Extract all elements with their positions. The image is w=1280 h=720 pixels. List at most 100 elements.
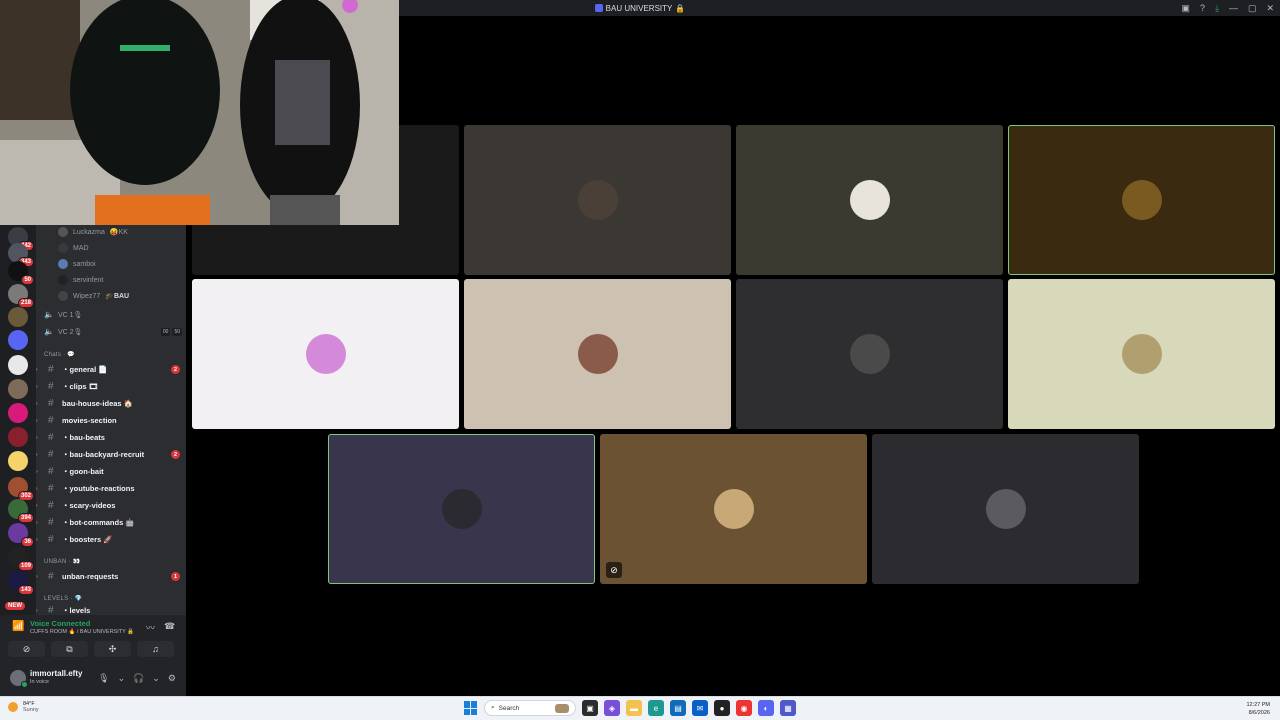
noise-suppression-icon[interactable]: 〰 bbox=[146, 621, 155, 634]
server-icon[interactable] bbox=[8, 451, 28, 471]
category-levels[interactable]: LEVELS · 💎 bbox=[44, 595, 82, 602]
avatar bbox=[577, 334, 618, 374]
video-tile[interactable] bbox=[736, 279, 1003, 429]
category-chats[interactable]: Chats · 💬 bbox=[44, 351, 75, 358]
server-icon[interactable] bbox=[8, 307, 28, 327]
inbox-icon[interactable]: ▣ bbox=[1181, 3, 1190, 14]
camera-button[interactable]: ⊘ bbox=[8, 641, 45, 657]
channel-item[interactable]: › # movies-section bbox=[36, 413, 186, 428]
copilot-icon[interactable]: ◈ bbox=[604, 700, 620, 716]
chevron-down-icon[interactable]: ⌄ bbox=[152, 673, 160, 684]
outlook-icon[interactable]: ✉ bbox=[692, 700, 708, 716]
taskbar-search[interactable]: ⌕ Search bbox=[484, 700, 576, 716]
voice-user[interactable]: samboi bbox=[58, 259, 96, 269]
channel-item[interactable]: › # ・clips 🎞 bbox=[36, 379, 186, 394]
channel-item[interactable]: › # ・youtube-reactions bbox=[36, 481, 186, 496]
video-tile[interactable]: ⊘ bbox=[600, 434, 867, 584]
minimize-button[interactable]: — bbox=[1229, 3, 1238, 13]
headphones-icon[interactable]: 🎧 bbox=[133, 673, 144, 684]
channel-name: ・goon-bait bbox=[62, 467, 104, 476]
voice-user[interactable]: Luckazma 😝KK bbox=[58, 227, 128, 237]
voice-user[interactable]: Wipez77 🎓BAU bbox=[58, 291, 129, 301]
category-unban[interactable]: UNBAN · 👀 bbox=[44, 558, 81, 565]
chevron-right-icon: › bbox=[36, 400, 38, 407]
soundboard-button[interactable]: ♫ bbox=[137, 641, 174, 657]
server-icon[interactable]: 394 bbox=[8, 499, 34, 523]
server-icon[interactable]: 302 bbox=[8, 477, 34, 501]
username[interactable]: immortall.efty bbox=[30, 669, 82, 678]
weather-widget[interactable]: 84°F Sunny bbox=[8, 701, 39, 713]
help-icon[interactable]: ? bbox=[1200, 3, 1205, 13]
video-tile[interactable] bbox=[872, 434, 1139, 584]
video-tile[interactable] bbox=[1008, 279, 1275, 429]
server-icon[interactable] bbox=[8, 427, 28, 447]
voice-channel[interactable]: 🔈 VC 1🎙 bbox=[44, 311, 182, 320]
gear-icon[interactable]: ⚙ bbox=[168, 673, 176, 684]
channel-item[interactable]: › # ・bot-commands 🤖 bbox=[36, 515, 186, 530]
screen-share-button[interactable]: ⧉ bbox=[51, 641, 88, 657]
discord-icon[interactable]: ◐ bbox=[758, 700, 774, 716]
channel-item[interactable]: › # ・boosters 🚀 bbox=[36, 532, 186, 547]
channel-name: ・scary-videos bbox=[62, 501, 116, 510]
video-tile[interactable] bbox=[328, 434, 595, 584]
chrome-icon[interactable]: ◉ bbox=[736, 700, 752, 716]
maximize-button[interactable]: ▢ bbox=[1248, 3, 1257, 14]
voice-location[interactable]: CUFFS ROOM 🔥 / BAU UNIVERSITY 🔒 bbox=[30, 629, 134, 635]
video-tile[interactable] bbox=[1008, 125, 1275, 275]
server-icon[interactable]: 50 bbox=[8, 261, 34, 285]
server-icon[interactable]: 218 bbox=[8, 284, 34, 308]
channel-item[interactable]: › # ・general 📄 2 bbox=[36, 362, 186, 377]
taskbar: 84°F Sunny ⌕ Search ▣ ◈ ▬ e ▤ ✉ ● ◉ ◐ ▦ … bbox=[0, 696, 1280, 720]
chevron-down-icon[interactable]: ⌄ bbox=[118, 673, 126, 684]
chevron-right-icon: › bbox=[36, 383, 38, 390]
voice-status[interactable]: Voice Connected bbox=[30, 619, 90, 628]
voice-limit: 50 bbox=[172, 328, 182, 336]
server-icon[interactable]: 36 bbox=[8, 523, 34, 547]
screen-share-icon: ⧉ bbox=[66, 643, 73, 654]
system-clock[interactable]: 12:27 PM 8/6/2026 bbox=[1246, 701, 1270, 717]
server-icon[interactable] bbox=[8, 403, 28, 423]
channel-name: ・general 📄 bbox=[62, 365, 108, 374]
avatar bbox=[1121, 180, 1162, 220]
channel-item[interactable]: › # bau-house-ideas 🏠 bbox=[36, 396, 186, 411]
server-icon[interactable]: 143 bbox=[8, 571, 34, 595]
server-icon[interactable]: 343 bbox=[8, 243, 34, 267]
server-icon[interactable] bbox=[8, 379, 28, 399]
file-explorer-icon[interactable]: ▬ bbox=[626, 700, 642, 716]
windows-start-icon[interactable] bbox=[464, 701, 478, 715]
channel-item[interactable]: › # unban-requests 1 bbox=[36, 569, 186, 584]
avatar[interactable] bbox=[10, 670, 28, 688]
server-icon[interactable] bbox=[8, 355, 28, 375]
video-tile[interactable] bbox=[464, 279, 731, 429]
channel-name: ・bot-commands 🤖 bbox=[62, 518, 135, 527]
store-icon[interactable]: ▤ bbox=[670, 700, 686, 716]
signal-icon[interactable]: 📶 bbox=[12, 621, 24, 632]
edge-icon[interactable]: e bbox=[648, 700, 664, 716]
task-view-icon[interactable]: ▣ bbox=[582, 700, 598, 716]
channel-item[interactable]: › # ・levels bbox=[36, 603, 186, 615]
download-icon[interactable]: ⤓ bbox=[1215, 3, 1219, 14]
teams-icon[interactable]: ▦ bbox=[780, 700, 796, 716]
camera-off-icon: ⊘ bbox=[22, 643, 31, 654]
channel-item[interactable]: › # ・goon-bait bbox=[36, 464, 186, 479]
activities-button[interactable]: ✣ bbox=[94, 641, 131, 657]
avatar bbox=[58, 227, 68, 237]
close-button[interactable]: ✕ bbox=[1266, 3, 1274, 14]
channel-item[interactable]: › # ・bau-beats bbox=[36, 430, 186, 445]
server-icon[interactable] bbox=[8, 330, 28, 350]
microphone-icon[interactable]: 🎙 bbox=[98, 673, 109, 684]
stream-preview[interactable] bbox=[0, 0, 399, 225]
app-icon[interactable]: ● bbox=[714, 700, 730, 716]
voice-user[interactable]: MAD bbox=[58, 243, 89, 253]
window-controls: ▣ ? ⤓ — ▢ ✕ bbox=[1181, 0, 1274, 16]
video-tile[interactable] bbox=[464, 125, 731, 275]
channel-item[interactable]: › # ・bau-backyard-recruit 2 bbox=[36, 447, 186, 462]
disconnect-icon[interactable]: ☎ bbox=[164, 621, 175, 632]
video-tile[interactable] bbox=[192, 279, 459, 429]
voice-user[interactable]: servinfent bbox=[58, 275, 103, 285]
server-icon[interactable]: 109 bbox=[8, 547, 34, 571]
channel-name: ・youtube-reactions bbox=[62, 484, 135, 493]
voice-channel[interactable]: 🔈 VC 2🎙 00 50 bbox=[44, 328, 182, 336]
channel-item[interactable]: › # ・scary-videos bbox=[36, 498, 186, 513]
video-tile[interactable] bbox=[736, 125, 1003, 275]
